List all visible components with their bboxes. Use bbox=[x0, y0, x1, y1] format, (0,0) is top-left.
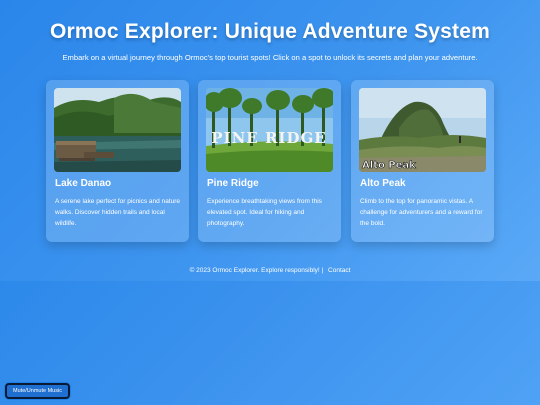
spot-card-lake-danao[interactable]: Lake Danao A serene lake perfect for pic… bbox=[46, 80, 189, 242]
spot-name: Alto Peak bbox=[360, 178, 406, 189]
footer: © 2023 Ormoc Explorer. Explore responsib… bbox=[0, 267, 540, 274]
page-title: Ormoc Explorer: Unique Adventure System bbox=[50, 20, 490, 43]
lake-danao-image bbox=[54, 88, 181, 172]
spot-description: Experience breathtaking views from this … bbox=[207, 198, 322, 227]
spot-card-pine-ridge[interactable]: PINE RIDGE Pine Ridge Experience breatht… bbox=[198, 80, 341, 242]
page-subtitle: Embark on a virtual journey through Ormo… bbox=[62, 53, 478, 62]
spot-name: Lake Danao bbox=[55, 178, 112, 189]
spot-card-alto-peak[interactable]: Alto Peak Alto Peak Climb to the top for… bbox=[351, 80, 494, 242]
pine-ridge-image: PINE RIDGE bbox=[206, 88, 333, 172]
spot-description: Climb to the top for panoramic vistas. A… bbox=[360, 198, 483, 227]
footer-copyright: © 2023 Ormoc Explorer. Explore responsib… bbox=[189, 267, 324, 274]
alto-peak-image: Alto Peak bbox=[359, 88, 486, 172]
spot-description: A serene lake perfect for picnics and na… bbox=[55, 198, 181, 227]
contact-link[interactable]: Contact bbox=[328, 267, 350, 274]
mute-toggle-button[interactable]: Mute/Unmute Music bbox=[5, 383, 70, 399]
spot-name: Pine Ridge bbox=[207, 178, 259, 189]
pine-ridge-sign-text: PINE RIDGE bbox=[211, 129, 326, 147]
alto-peak-image-caption: Alto Peak bbox=[362, 160, 416, 171]
